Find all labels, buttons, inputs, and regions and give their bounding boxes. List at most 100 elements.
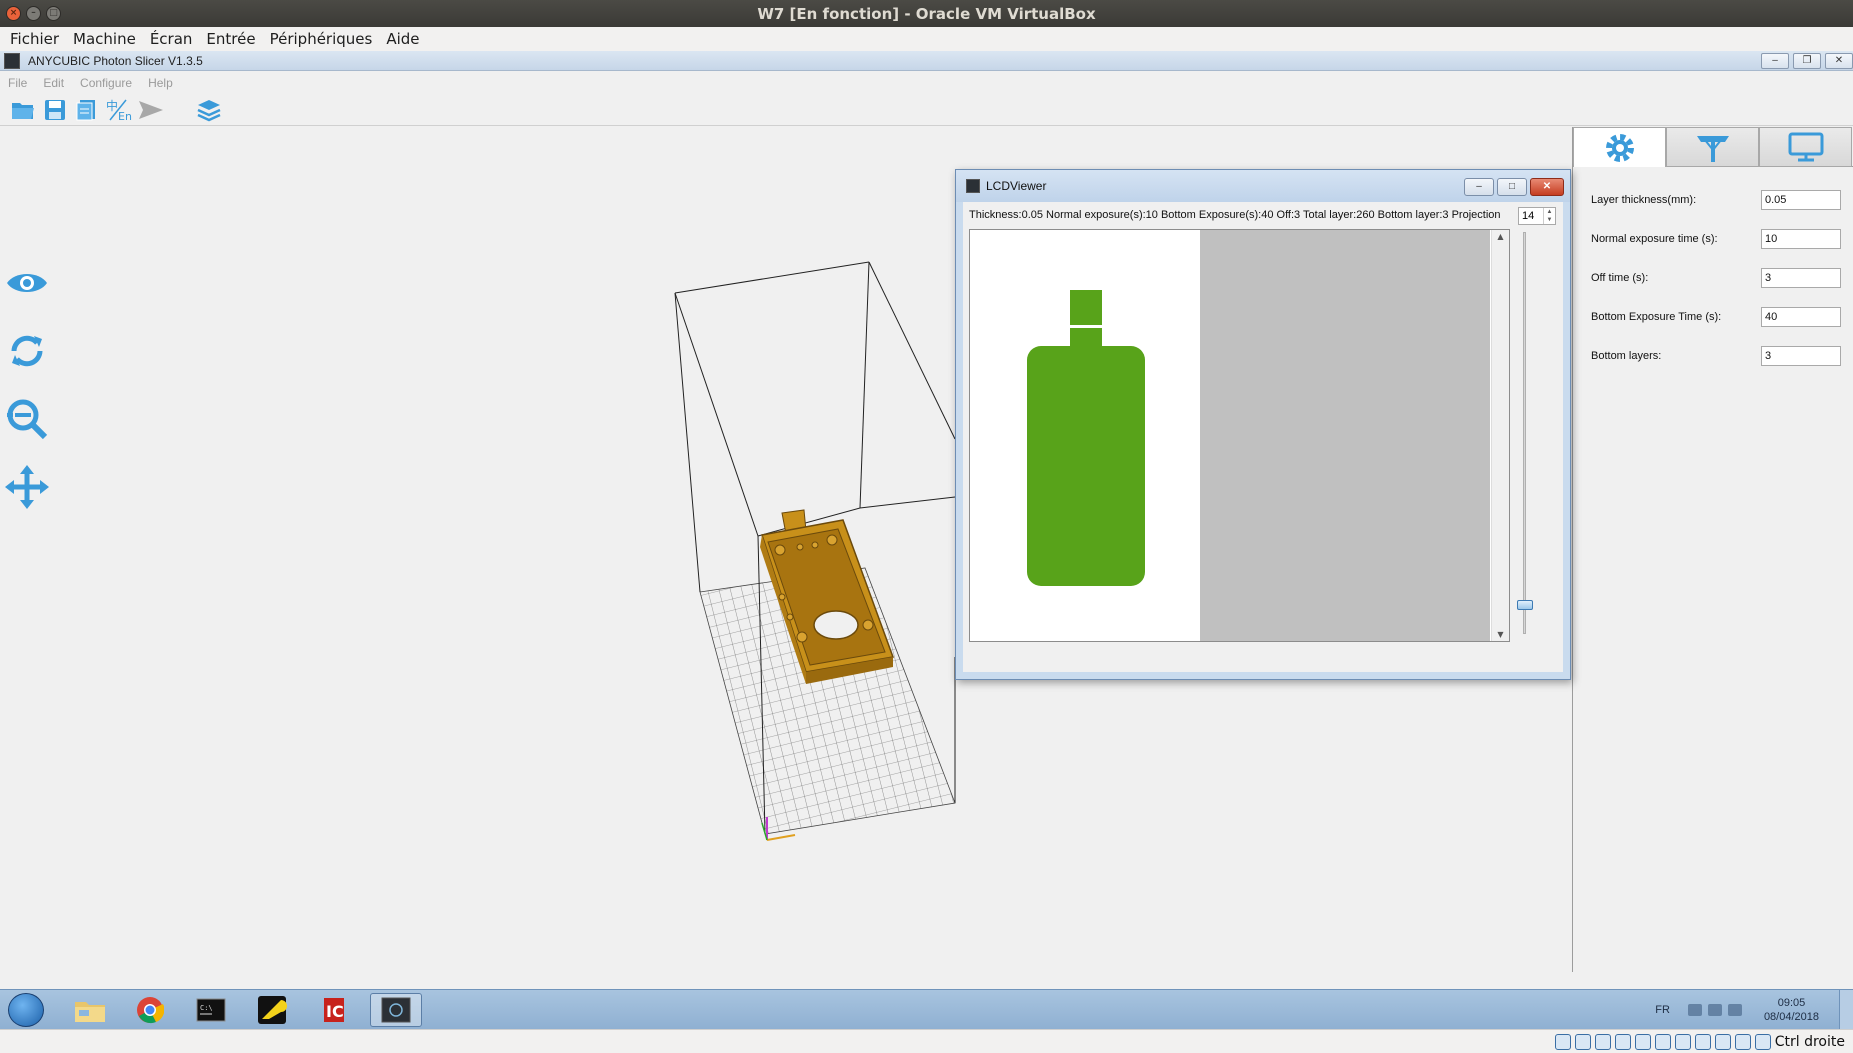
tray-network-icon[interactable] (1707, 1004, 1722, 1016)
taskbar-cmd-icon[interactable]: C:\ (185, 993, 237, 1027)
status-keyboard-icon[interactable] (1754, 1033, 1771, 1050)
tray-volume-icon[interactable] (1727, 1004, 1742, 1016)
lcd-print-info: Thickness:0.05 Normal exposure(s):10 Bot… (969, 209, 1501, 221)
tray-date: 08/04/2018 (1763, 1011, 1819, 1023)
tray-time: 09:05 (1777, 997, 1806, 1009)
svg-text:中: 中 (106, 98, 118, 113)
status-hdd-icon[interactable] (1554, 1033, 1571, 1050)
zoom-icon[interactable] (4, 396, 50, 442)
host-maximize-button[interactable]: □ (46, 6, 61, 21)
layer-slider-track (1523, 232, 1526, 634)
main-toolbar: 中 En (0, 94, 1853, 126)
app-restore-button[interactable]: ❐ (1793, 53, 1821, 69)
view-eye-icon[interactable] (4, 260, 50, 306)
svg-text:En: En (118, 110, 132, 122)
lcd-minimize-button[interactable]: – (1464, 178, 1494, 196)
status-cpu-icon[interactable] (1714, 1033, 1731, 1050)
setting-label: Layer thickness(mm): (1591, 194, 1697, 206)
tray-language[interactable]: FR (1655, 1004, 1670, 1016)
setting-bottom-layers: Bottom layers: 3 (1591, 345, 1841, 367)
show-desktop-button[interactable] (1839, 990, 1853, 1030)
monitor-icon (1788, 132, 1823, 162)
app-close-button[interactable]: ✕ (1825, 53, 1853, 69)
layer-slider[interactable] (1517, 232, 1533, 642)
vbox-menu-fichier[interactable]: Fichier (10, 30, 59, 48)
layer-spinbox[interactable]: 14 ▲ ▼ (1518, 207, 1556, 225)
lcd-slice-canvas: ▲ ▼ (969, 229, 1510, 642)
language-icon[interactable]: 中 En (106, 97, 132, 123)
lcd-viewer-title: LCDViewer (986, 179, 1047, 193)
setting-label: Off time (s): (1591, 272, 1649, 284)
host-minimize-button[interactable]: – (26, 6, 41, 21)
host-close-button[interactable]: × (6, 6, 21, 21)
status-usb-icon[interactable] (1634, 1033, 1651, 1050)
bottom-exposure-input[interactable]: 40 (1761, 307, 1841, 327)
setting-off-time: Off time (s): 3 (1591, 267, 1841, 289)
gear-icon (1605, 133, 1634, 162)
app-menubar: File Edit Configure Help (0, 72, 1853, 94)
menu-help[interactable]: Help (148, 76, 173, 90)
vbox-menu-aide[interactable]: Aide (386, 30, 419, 48)
host-key-label: Ctrl droite (1774, 1033, 1845, 1050)
vbox-menu-entree[interactable]: Entrée (206, 30, 255, 48)
layers-icon[interactable] (196, 97, 222, 123)
start-button[interactable] (8, 993, 44, 1027)
tab-machine[interactable] (1759, 127, 1852, 167)
app-titlebar: ANYCUBIC Photon Slicer V1.3.5 – ❐ ✕ (0, 51, 1853, 71)
lcd-close-button[interactable]: ✕ (1530, 178, 1564, 196)
send-icon[interactable] (138, 97, 164, 123)
status-audio-icon[interactable] (1594, 1033, 1611, 1050)
app-title: ANYCUBIC Photon Slicer V1.3.5 (28, 53, 203, 68)
save-as-icon[interactable] (74, 97, 100, 123)
taskbar-explorer-icon[interactable] (64, 993, 116, 1027)
app-logo-icon (4, 52, 20, 69)
vbox-menu-machine[interactable]: Machine (73, 30, 136, 48)
taskbar: C:\ IC FR 09:05 08/04/2018 (0, 989, 1853, 1030)
status-optical-icon[interactable] (1574, 1033, 1591, 1050)
tab-settings[interactable] (1573, 127, 1666, 167)
vbox-menu-ecran[interactable]: Écran (150, 30, 193, 48)
host-window-controls: × – □ (6, 6, 61, 21)
app-minimize-button[interactable]: – (1761, 53, 1789, 69)
save-icon[interactable] (42, 97, 68, 123)
off-time-input[interactable]: 3 (1761, 268, 1841, 288)
tray-clock[interactable]: 09:05 08/04/2018 (1764, 996, 1819, 1024)
vbox-menubar: Fichier Machine Écran Entrée Périphériqu… (0, 27, 1853, 51)
slice-shape (1027, 290, 1145, 586)
vbox-statusbar: Ctrl droite (0, 1029, 1853, 1053)
status-shared-folder-icon[interactable] (1654, 1033, 1671, 1050)
lcd-vertical-scrollbar[interactable]: ▲ ▼ (1491, 230, 1509, 641)
tab-supports[interactable] (1666, 127, 1759, 167)
rotate-icon[interactable] (4, 328, 50, 374)
host-titlebar: × – □ W7 [En fonction] - Oracle VM Virtu… (0, 0, 1853, 27)
spin-arrows-icon[interactable]: ▲ ▼ (1543, 208, 1555, 224)
normal-exposure-input[interactable]: 10 (1761, 229, 1841, 249)
status-mouse-icon[interactable] (1734, 1033, 1751, 1050)
layer-slider-thumb[interactable] (1517, 600, 1533, 610)
lcd-maximize-button[interactable]: □ (1497, 178, 1527, 196)
lcd-viewer-titlebar[interactable]: LCDViewer – □ ✕ (956, 170, 1570, 202)
taskbar-chrome-icon[interactable] (124, 993, 176, 1027)
status-network-icon[interactable] (1614, 1033, 1631, 1050)
layer-thickness-input[interactable]: 0.05 (1761, 190, 1841, 210)
menu-configure[interactable]: Configure (80, 76, 132, 90)
menu-edit[interactable]: Edit (43, 76, 64, 90)
svg-text:IC: IC (326, 1002, 344, 1021)
move-icon[interactable] (4, 464, 50, 510)
setting-label: Bottom Exposure Time (s): (1591, 311, 1722, 323)
taskbar-photon-slicer-icon[interactable] (370, 993, 422, 1027)
vbox-menu-peripheriques[interactable]: Périphériques (270, 30, 373, 48)
taskbar-red-app-icon[interactable]: IC (308, 993, 360, 1027)
bottom-layers-input[interactable]: 3 (1761, 346, 1841, 366)
status-display-icon[interactable] (1674, 1033, 1691, 1050)
open-folder-icon[interactable] (10, 97, 36, 123)
menu-file[interactable]: File (8, 76, 27, 90)
tray-show-hidden-icon[interactable] (1687, 1004, 1702, 1016)
host-window-title: W7 [En fonction] - Oracle VM VirtualBox (757, 4, 1096, 23)
status-recording-icon[interactable] (1694, 1033, 1711, 1050)
setting-label: Bottom layers: (1591, 350, 1662, 362)
taskbar-yellow-app-icon[interactable] (246, 993, 298, 1027)
left-tool-column (4, 260, 50, 510)
lcd-viewer-dialog: LCDViewer – □ ✕ Thickness:0.05 Normal ex… (955, 169, 1571, 680)
lcd-viewer-app-icon (966, 179, 980, 193)
